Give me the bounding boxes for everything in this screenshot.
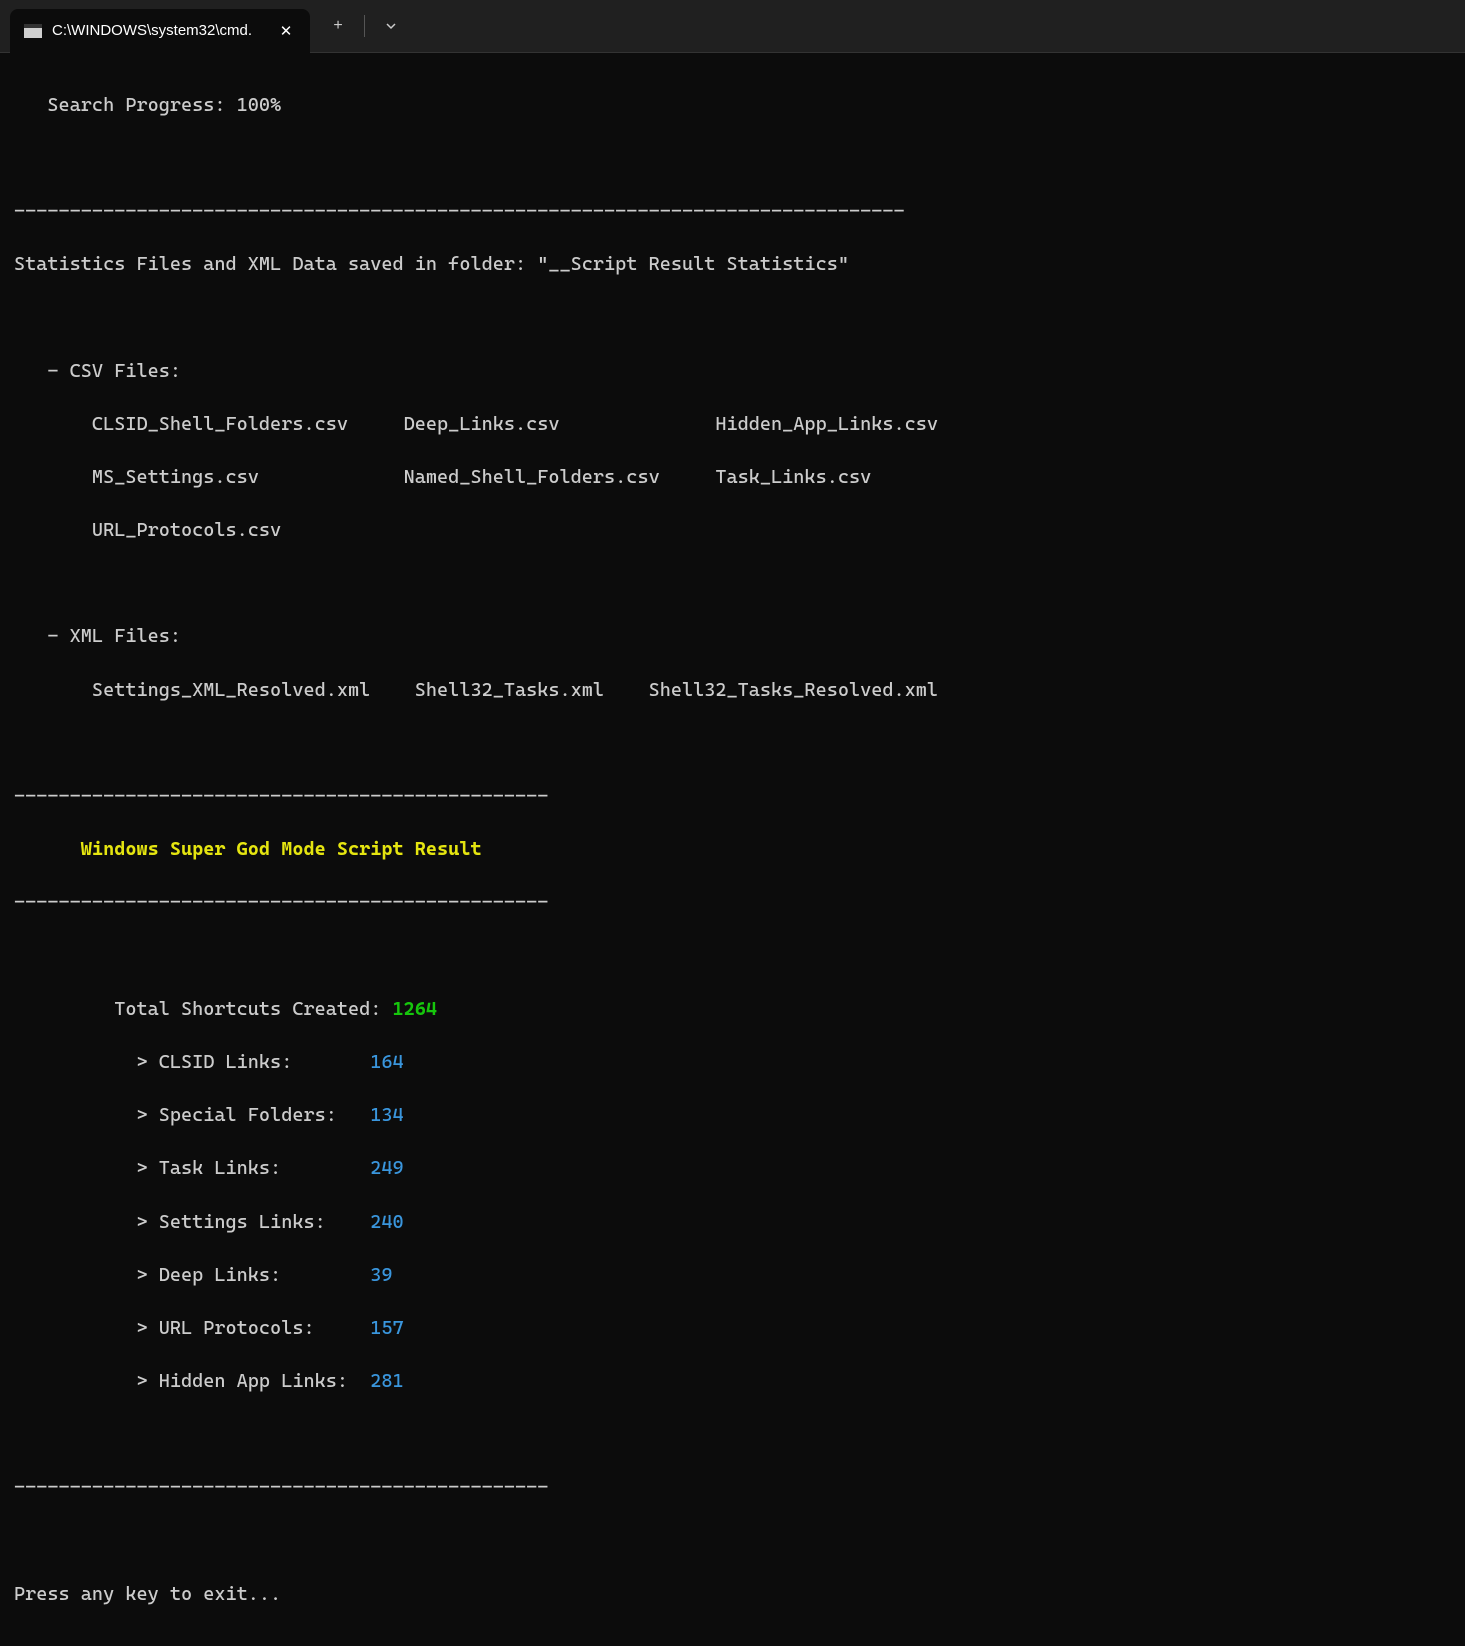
window-title-bar: C:\WINDOWS\system32\cmd. ✕ + <box>0 0 1465 53</box>
divider-line: ----------------------------------------… <box>14 783 1451 810</box>
cmd-icon <box>24 24 42 38</box>
progress-line: Search Progress: 100% <box>14 92 1451 119</box>
item-label: > Task Links: <box>14 1157 370 1179</box>
tab-dropdown-button[interactable] <box>371 6 411 46</box>
item-value: 157 <box>370 1317 403 1339</box>
item-value: 240 <box>370 1211 403 1233</box>
result-item-line: > Special Folders: 134 <box>14 1102 1451 1129</box>
new-tab-button[interactable]: + <box>318 6 358 46</box>
blank-line <box>14 570 1451 597</box>
blank-line <box>14 943 1451 970</box>
result-item-line: > Settings Links: 240 <box>14 1209 1451 1236</box>
item-label: > Special Folders: <box>14 1104 370 1126</box>
xml-files-line: Settings_XML_Resolved.xml Shell32_Tasks.… <box>14 677 1451 704</box>
blank-line <box>14 1421 1451 1448</box>
item-label: > URL Protocols: <box>14 1317 370 1339</box>
result-item-line: > URL Protocols: 157 <box>14 1315 1451 1342</box>
result-item-line: > Deep Links: 39 <box>14 1262 1451 1289</box>
item-label: > Deep Links: <box>14 1264 370 1286</box>
csv-files-line: URL_Protocols.csv <box>14 517 1451 544</box>
item-value: 249 <box>370 1157 403 1179</box>
result-item-line: > Hidden App Links: 281 <box>14 1368 1451 1395</box>
divider-line: ----------------------------------------… <box>14 1474 1451 1501</box>
divider-line: ----------------------------------------… <box>14 198 1451 225</box>
item-value: 134 <box>370 1104 403 1126</box>
csv-files-line: CLSID_Shell_Folders.csv Deep_Links.csv H… <box>14 411 1451 438</box>
xml-header: - XML Files: <box>14 623 1451 650</box>
terminal-output[interactable]: Search Progress: 100% ------------------… <box>0 53 1465 1646</box>
exit-prompt: Press any key to exit... <box>14 1581 1451 1608</box>
terminal-tab[interactable]: C:\WINDOWS\system32\cmd. ✕ <box>10 9 310 53</box>
csv-header: - CSV Files: <box>14 358 1451 385</box>
tab-controls: + <box>318 6 411 46</box>
item-label: > Hidden App Links: <box>14 1370 370 1392</box>
item-label: > Settings Links: <box>14 1211 370 1233</box>
close-tab-button[interactable]: ✕ <box>274 19 298 43</box>
divider-line: ----------------------------------------… <box>14 889 1451 916</box>
item-label: > CLSID Links: <box>14 1051 370 1073</box>
total-shortcuts-line: Total Shortcuts Created: 1264 <box>14 996 1451 1023</box>
blank-line <box>14 304 1451 331</box>
total-label: Total Shortcuts Created: <box>14 998 393 1020</box>
chevron-down-icon <box>385 20 397 32</box>
blank-line <box>14 730 1451 757</box>
tab-divider <box>364 15 365 37</box>
item-value: 39 <box>370 1264 392 1286</box>
stats-saved-line: Statistics Files and XML Data saved in f… <box>14 251 1451 278</box>
result-title: Windows Super God Mode Script Result <box>14 836 1451 863</box>
blank-line <box>14 1528 1451 1555</box>
csv-files-line: MS_Settings.csv Named_Shell_Folders.csv … <box>14 464 1451 491</box>
tab-title: C:\WINDOWS\system32\cmd. <box>52 22 264 39</box>
item-value: 281 <box>370 1370 403 1392</box>
total-value: 1264 <box>393 998 438 1020</box>
blank-line <box>14 145 1451 172</box>
item-value: 164 <box>370 1051 403 1073</box>
result-item-line: > Task Links: 249 <box>14 1155 1451 1182</box>
result-item-line: > CLSID Links: 164 <box>14 1049 1451 1076</box>
